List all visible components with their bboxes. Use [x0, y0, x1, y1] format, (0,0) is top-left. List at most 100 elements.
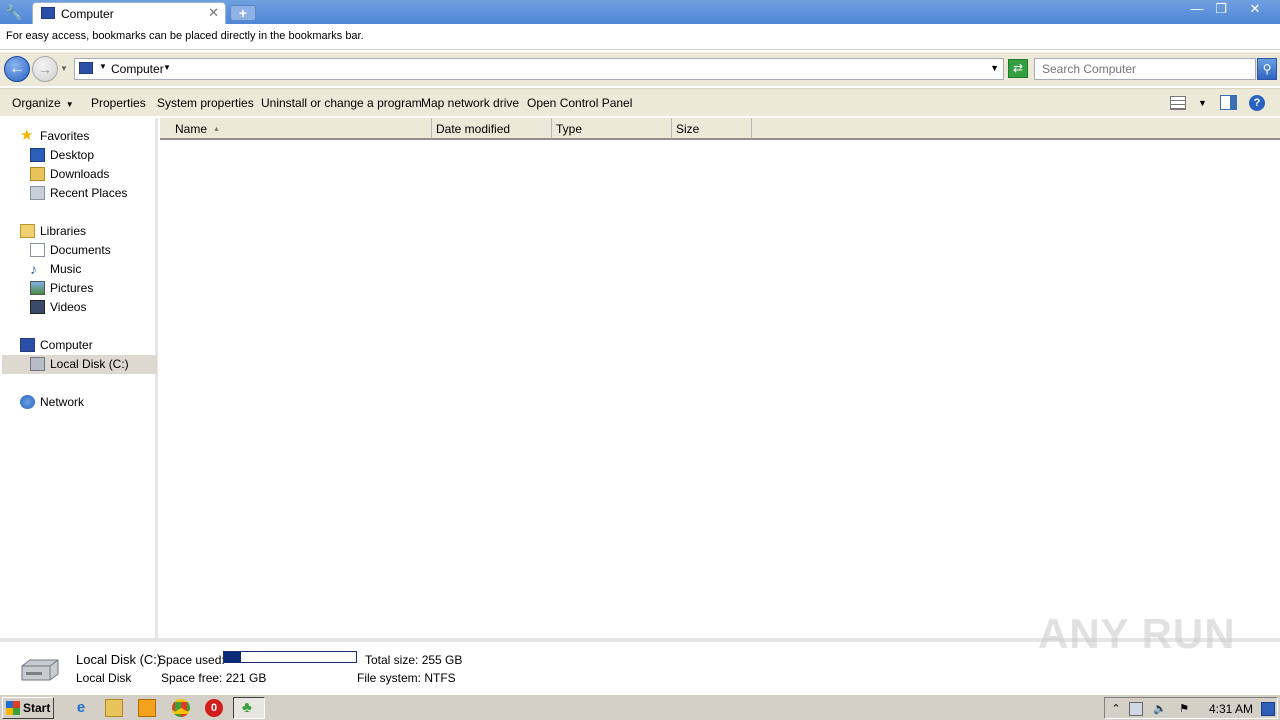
nav-downloads[interactable]: Downloads	[30, 165, 150, 184]
map-network-drive-button[interactable]: Map network drive	[421, 96, 519, 110]
space-used-fill	[224, 652, 242, 662]
nav-local-disk-c[interactable]: Local Disk (C:)	[2, 355, 157, 374]
column-label: Name	[175, 122, 208, 136]
forward-button[interactable]: →	[32, 56, 58, 82]
minimize-button[interactable]: —	[1184, 0, 1210, 18]
nav-label: Local Disk (C:)	[50, 357, 129, 371]
chevron-down-icon: ▼	[65, 100, 74, 109]
search-icon[interactable]: ⚲	[1257, 58, 1277, 80]
nav-label: Music	[50, 262, 82, 276]
drive-icon	[30, 357, 45, 371]
search-field[interactable]	[1034, 58, 1256, 80]
bookmarks-bar: For easy access, bookmarks can be placed…	[0, 24, 1280, 50]
wrench-icon[interactable]: 🔧	[4, 2, 24, 22]
tab-title: Computer	[61, 7, 114, 21]
column-header-size[interactable]: Size	[672, 118, 752, 140]
nav-label: Documents	[50, 243, 111, 257]
details-title: Local Disk (C:)	[76, 652, 162, 667]
nav-label: Network	[40, 395, 85, 409]
recent-places-icon	[30, 186, 45, 200]
nav-label: Desktop	[50, 148, 95, 162]
nav-documents[interactable]: Documents	[30, 241, 150, 260]
column-header-type[interactable]: Type	[552, 118, 672, 140]
space-used-bar	[223, 651, 357, 663]
address-bar[interactable]: ▼ Computer ▼ ▼	[74, 58, 1004, 80]
navigation-pane: ★ Favorites Desktop Downloads Recent Pla…	[0, 118, 158, 638]
address-location[interactable]: Computer	[111, 62, 164, 76]
column-header-date[interactable]: Date modified	[432, 118, 552, 140]
windows-logo-icon	[6, 701, 20, 715]
taskbar: Start e 0 ♣ ⌃ 🔈 ⚑ 4:31 AM	[0, 694, 1280, 720]
clover-icon: ♣	[242, 699, 252, 716]
total-size: Total size: 255 GB	[365, 653, 463, 667]
volume-icon[interactable]: 🔈	[1153, 702, 1167, 716]
chevron-down-icon[interactable]: ▼	[99, 62, 107, 71]
preview-pane-icon[interactable]	[1220, 95, 1237, 110]
nav-recent-places[interactable]: Recent Places	[30, 184, 150, 203]
computer-icon	[20, 338, 35, 352]
view-dropdown-icon[interactable]: ▼	[1198, 98, 1207, 108]
command-bar: Organize ▼ Properties System properties U…	[0, 88, 1280, 116]
network-status-icon[interactable]	[1129, 702, 1143, 716]
file-system: File system: NTFS	[357, 671, 456, 685]
network-icon	[20, 395, 35, 409]
details-subtitle: Local Disk	[76, 671, 132, 685]
nav-label: Computer	[40, 338, 93, 352]
nav-videos[interactable]: Videos	[30, 298, 150, 317]
title-bar: 🔧 Computer ✕ + — ❐ ✕	[0, 0, 1280, 24]
properties-button[interactable]: Properties	[91, 96, 146, 110]
space-free: Space free: 221 GB	[161, 671, 267, 685]
refresh-button[interactable]: ⇄	[1008, 59, 1028, 78]
tab-computer[interactable]: Computer ✕	[32, 2, 226, 24]
active-taskbar-item[interactable]: ♣	[233, 697, 265, 719]
clock[interactable]: 4:31 AM	[1209, 702, 1253, 716]
explorer-folder-icon[interactable]	[105, 699, 123, 717]
search-input[interactable]	[1035, 59, 1255, 79]
chevron-down-icon[interactable]: ▼	[163, 63, 171, 72]
nav-favorites[interactable]: ★ Favorites	[20, 127, 150, 146]
nav-network[interactable]: Network	[20, 393, 150, 412]
restore-button[interactable]: ❐	[1208, 0, 1234, 18]
file-list[interactable]: Name ▲ Date modified Type Size	[160, 118, 1280, 638]
nav-label: Pictures	[50, 281, 94, 295]
drive-icon	[21, 659, 59, 681]
nav-label: Downloads	[50, 167, 110, 181]
nav-libraries[interactable]: Libraries	[20, 222, 150, 241]
nav-computer[interactable]: Computer	[20, 336, 150, 355]
address-dropdown-icon[interactable]: ▼	[990, 63, 999, 73]
videos-icon	[30, 300, 45, 314]
watermark-logo: ANY RUN	[1038, 610, 1236, 657]
close-window-button[interactable]: ✕	[1242, 0, 1268, 18]
uninstall-program-button[interactable]: Uninstall or change a program	[261, 96, 422, 110]
view-details-icon[interactable]	[1170, 96, 1186, 110]
organize-button[interactable]: Organize ▼	[12, 96, 74, 110]
computer-icon	[41, 7, 55, 19]
help-icon[interactable]: ?	[1249, 95, 1265, 111]
system-tray: ⌃ 🔈 ⚑ 4:31 AM	[1104, 697, 1278, 719]
close-tab-icon[interactable]: ✕	[208, 5, 219, 21]
nav-music[interactable]: ♪ Music	[30, 260, 150, 279]
chrome-icon[interactable]	[172, 699, 190, 717]
start-button[interactable]: Start	[2, 697, 54, 719]
bookmarks-hint: For easy access, bookmarks can be placed…	[6, 30, 364, 42]
nav-label: Videos	[50, 300, 87, 314]
nav-label: Libraries	[40, 224, 87, 238]
libraries-icon	[20, 224, 35, 238]
new-tab-button[interactable]: +	[230, 5, 256, 21]
open-control-panel-button[interactable]: Open Control Panel	[527, 96, 632, 110]
computer-icon	[79, 62, 93, 74]
back-button[interactable]: ←	[4, 56, 30, 82]
media-player-icon[interactable]	[138, 699, 156, 717]
system-properties-button[interactable]: System properties	[157, 96, 254, 110]
column-header-name[interactable]: Name ▲	[160, 118, 432, 140]
nav-desktop[interactable]: Desktop	[30, 146, 150, 165]
history-dropdown-icon[interactable]: ▼	[60, 64, 68, 73]
nav-pictures[interactable]: Pictures	[30, 279, 150, 298]
nav-label: Favorites	[40, 129, 90, 143]
action-center-flag-icon[interactable]: ⚑	[1177, 702, 1191, 716]
show-hidden-icons-icon[interactable]: ⌃	[1109, 702, 1123, 716]
internet-explorer-icon[interactable]: e	[72, 699, 90, 717]
show-desktop-icon[interactable]	[1261, 702, 1275, 716]
column-header-filler	[752, 118, 1280, 140]
opera-icon[interactable]: 0	[205, 699, 223, 717]
